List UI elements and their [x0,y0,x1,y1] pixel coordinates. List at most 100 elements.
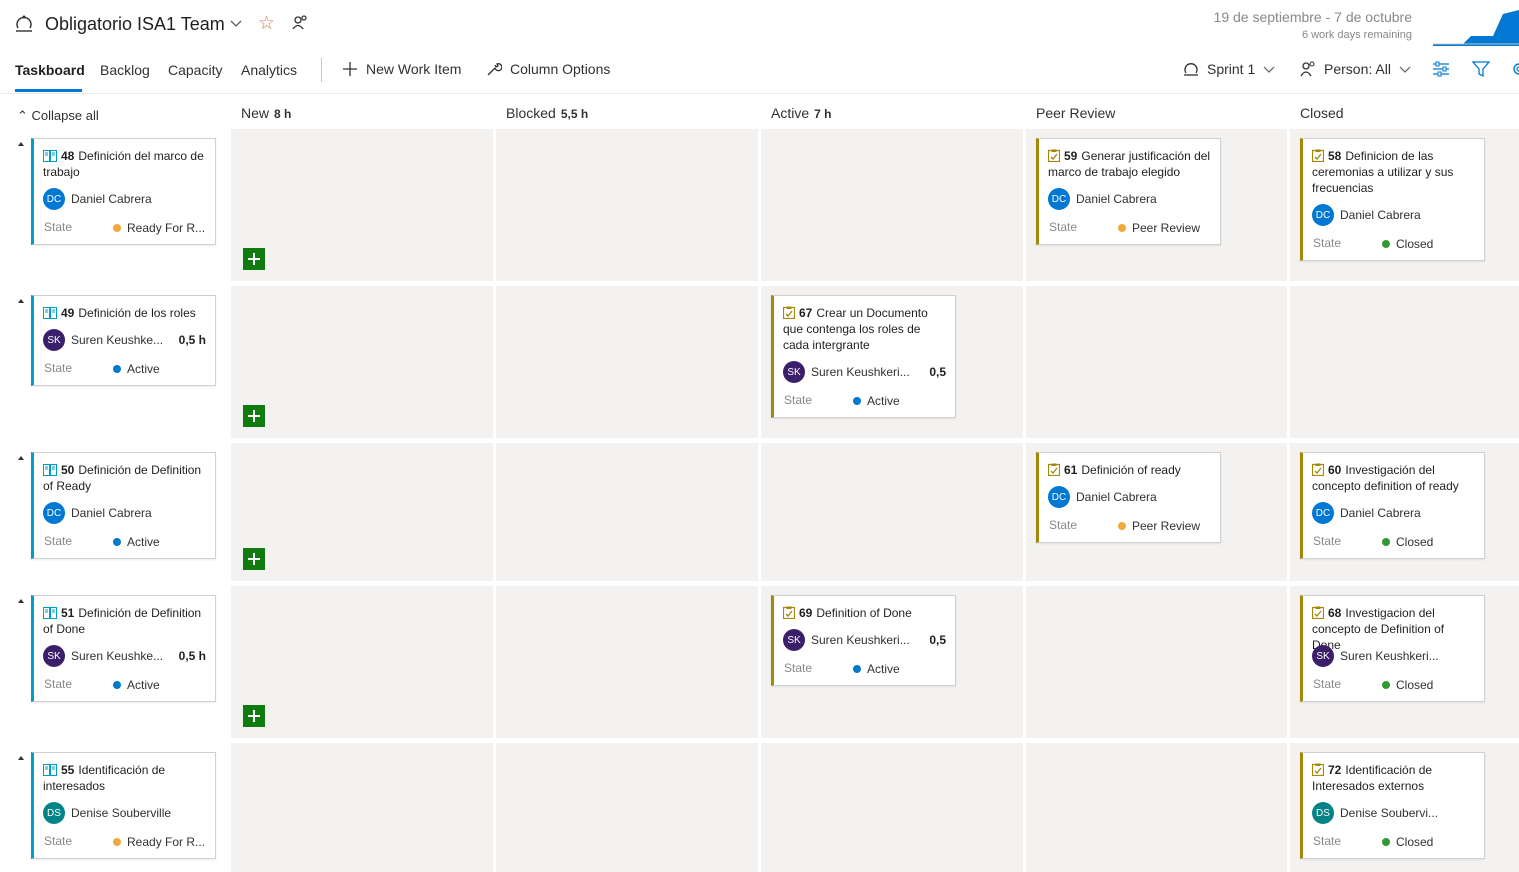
card-title[interactable]: 48 Definición del marco de trabajo [43,148,207,180]
work-item-id: 48 [61,149,75,163]
remaining-work[interactable]: 0,5 h [179,333,206,347]
task-card[interactable]: 58 Definicion de las ceremonias a utiliza… [1300,138,1485,261]
burndown-chart[interactable] [1433,6,1519,46]
sliders-icon[interactable] [1432,60,1450,78]
state-field[interactable]: Peer Review [1118,221,1200,235]
tab-capacity[interactable]: Capacity [168,62,222,78]
state-field[interactable]: Ready For R... [113,835,205,849]
people-icon[interactable] [291,14,309,32]
star-icon[interactable]: ☆ [258,12,275,35]
sprint-label: Sprint 1 [1207,61,1256,77]
task-card[interactable]: 60 Investigación del concepto definition … [1300,452,1485,559]
assignee[interactable]: DC Daniel Cabrera [43,502,152,524]
story-card[interactable]: 48 Definición del marco de trabajo DC Danie… [31,138,216,245]
team-name[interactable]: Obligatorio ISA1 Team [45,14,225,35]
card-title[interactable]: 49 Definición de los roles [43,305,207,321]
state-label: State [44,361,73,375]
person-filter[interactable]: Person: All [1300,61,1411,77]
state-field[interactable]: Closed [1382,835,1433,849]
board-cell [231,586,493,738]
assignee[interactable]: DS Denise Soubervi... [1312,802,1438,824]
card-title[interactable]: 51 Definición de Definition of Done [43,605,207,637]
card-title[interactable]: 61 Definición of ready [1048,462,1212,478]
chevron-down-icon[interactable] [229,16,243,30]
row-expander[interactable] [18,299,24,303]
state-field[interactable]: Active [853,394,900,408]
row-expander[interactable] [18,756,24,760]
task-card[interactable]: 69 Definition of Done SK Suren Keushkeri...… [771,595,956,686]
assignee[interactable]: DC Daniel Cabrera [43,188,152,210]
add-task-button[interactable] [243,248,265,270]
state-field[interactable]: Peer Review [1118,519,1200,533]
assignee[interactable]: DC Daniel Cabrera [1048,486,1157,508]
assignee[interactable]: SK Suren Keushkeri... [783,361,910,383]
assignee[interactable]: DC Daniel Cabrera [1312,204,1421,226]
assignee[interactable]: SK Suren Keushkeri... [783,629,910,651]
assignee-name: Daniel Cabrera [71,506,152,520]
column-hours: 7 h [814,107,832,121]
tab-analytics[interactable]: Analytics [241,62,297,78]
card-title[interactable]: 67 Crear un Documento que contenga los ro… [783,305,947,353]
state-field[interactable]: Closed [1382,678,1433,692]
task-card[interactable]: 68 Investigacion del concepto de Definiti… [1300,595,1485,702]
card-title[interactable]: 58 Definicion de las ceremonias a utiliza… [1312,148,1476,196]
assignee[interactable]: DS Denise Souberville [43,802,171,824]
work-item-title: Definición of ready [1081,463,1181,477]
card-title[interactable]: 72 Identificación de Interesados externos [1312,762,1476,794]
state-field[interactable]: Ready For R... [113,221,205,235]
story-card[interactable]: 51 Definición de Definition of Done SK Sure… [31,595,216,702]
card-title[interactable]: 50 Definición de Definition of Ready [43,462,207,494]
row-expander[interactable] [18,142,24,146]
story-card[interactable]: 50 Definición de Definition of Ready DC Dan… [31,452,216,559]
state-field[interactable]: Active [853,662,900,676]
state-label: State [1049,220,1078,234]
assignee[interactable]: DC Daniel Cabrera [1048,188,1157,210]
state-field[interactable]: Active [113,678,160,692]
new-work-item-button[interactable]: New Work Item [342,61,461,77]
sprint-picker[interactable]: Sprint 1 [1183,61,1275,77]
column-header-blocked: Blocked 5,5 h [506,105,588,121]
assignee[interactable]: SK Suren Keushke... [43,329,163,351]
state-dot [113,365,121,373]
add-task-button[interactable] [243,548,265,570]
task-card[interactable]: 72 Identificación de Interesados externos… [1300,752,1485,859]
card-title[interactable]: 55 Identificación de interesados [43,762,207,794]
state-field[interactable]: Closed [1382,237,1433,251]
board-cell [496,443,758,581]
clipboard-icon [1048,149,1060,162]
story-card[interactable]: 55 Identificación de interesados DS Denise … [31,752,216,859]
card-title[interactable]: 59 Generar justificación del marco de tra… [1048,148,1212,180]
remaining-work[interactable]: 0,5 h [179,649,206,663]
column-options-label: Column Options [510,61,611,77]
row-expander[interactable] [18,599,24,603]
task-card[interactable]: 61 Definición of ready DC Daniel Cabrera Sta… [1036,452,1221,543]
task-card[interactable]: 67 Crear un Documento que contenga los ro… [771,295,956,418]
story-card[interactable]: 49 Definición de los roles SK Suren Keushke… [31,295,216,386]
state-field[interactable]: Active [113,535,160,549]
state-label: State [1313,236,1342,250]
assignee[interactable]: DC Daniel Cabrera [1312,502,1421,524]
clipboard-icon [783,306,795,319]
work-item-id: 69 [799,606,813,620]
remaining-work[interactable]: 0,5 [929,365,946,379]
filter-icon[interactable] [1472,60,1490,78]
assignee[interactable]: SK Suren Keushkeri... [1312,645,1439,667]
tab-taskboard[interactable]: Taskboard [15,62,85,78]
remaining-work[interactable]: 0,5 [929,633,946,647]
gear-icon[interactable] [1510,60,1519,78]
task-card[interactable]: 59 Generar justificación del marco de tra… [1036,138,1221,245]
state-field[interactable]: Active [113,362,160,376]
card-title[interactable]: 69 Definition of Done [783,605,947,621]
add-task-button[interactable] [243,405,265,427]
column-options-button[interactable]: Column Options [486,61,610,77]
work-item-id: 50 [61,463,75,477]
state-field[interactable]: Closed [1382,535,1433,549]
assignee[interactable]: SK Suren Keushke... [43,645,163,667]
column-hours: 8 h [274,107,292,121]
tab-backlog[interactable]: Backlog [100,62,150,78]
add-task-button[interactable] [243,705,265,727]
card-title[interactable]: 60 Investigación del concepto definition … [1312,462,1476,494]
assignee-name: Daniel Cabrera [1340,208,1421,222]
collapse-all-button[interactable]: ⌃ Collapse all [17,108,99,124]
row-expander[interactable] [18,456,24,460]
